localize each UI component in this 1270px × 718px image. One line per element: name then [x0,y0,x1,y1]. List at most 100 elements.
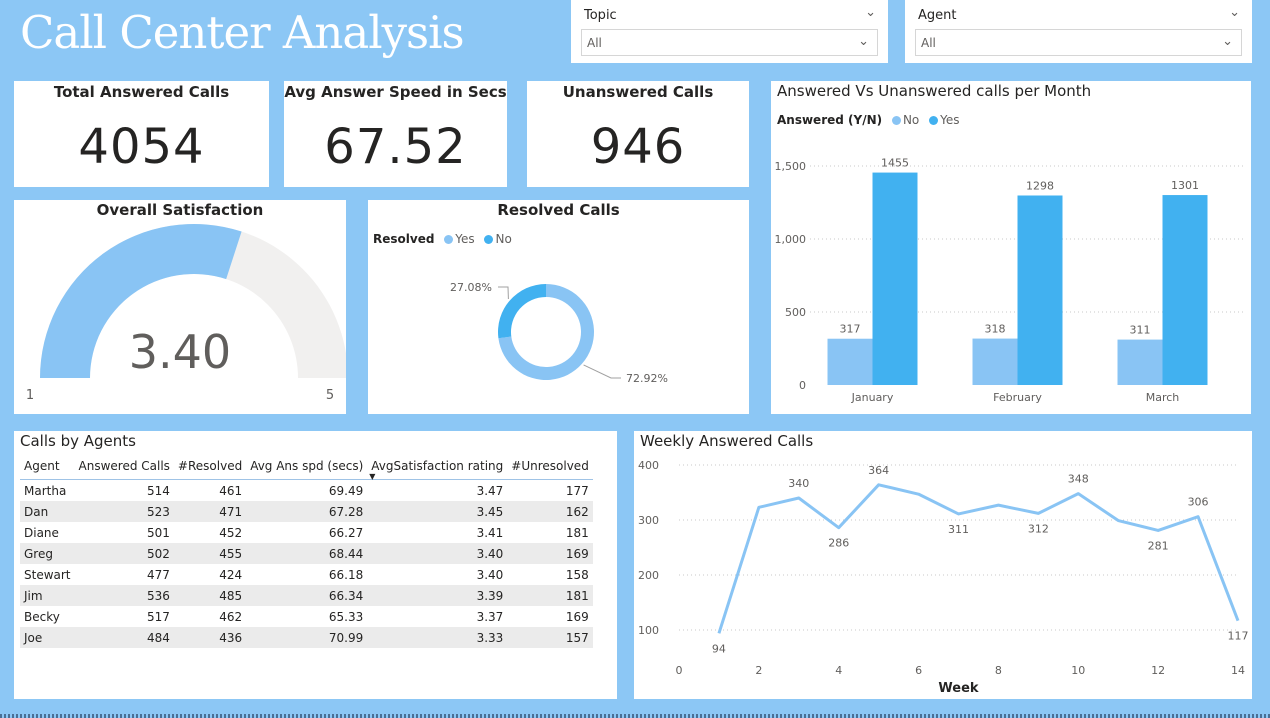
chevron-down-icon[interactable]: ⌄ [858,34,869,49]
donut-slice-no[interactable] [498,284,546,339]
resolved-calls-card: Resolved Calls Resolved Yes No 72.92% 27.… [368,200,749,414]
table-cell: 3.40 [476,567,504,582]
table-cell: 3.41 [476,525,504,540]
table-cell: 3.39 [367,585,508,606]
line-data-label: 311 [948,523,969,536]
bar-data-label: 318 [985,323,1006,336]
column-header-agent[interactable]: Agent [20,455,75,480]
table-cell: Joe [20,627,75,648]
x-tick-label: 10 [1071,664,1085,677]
table-cell: 69.49 [328,483,364,498]
table-cell: 455 [173,543,247,564]
table-row[interactable]: Martha 514 461 69.49 3.47 177 [20,480,593,502]
kpi-value: 946 [590,119,686,175]
table-cell: 502 [74,543,174,564]
topic-dropdown-value: All [587,36,602,50]
x-axis-label: Week [938,681,979,696]
column-header-unresolved[interactable]: #Unresolved [507,455,593,480]
x-tick-label: March [1146,391,1180,404]
table-cell: 169 [565,609,589,624]
table-row[interactable]: Diane 501 452 66.27 3.41 181 [20,522,593,543]
topic-dropdown[interactable]: All ⌄ [581,29,878,56]
x-tick-label: 14 [1231,664,1245,677]
bar-data-label: 1301 [1171,179,1199,192]
y-tick-label: 200 [638,569,659,582]
agents-table: Agent Answered Calls #Resolved Avg Ans s… [20,455,593,648]
kpi-total-answered: Total Answered Calls 4054 [14,81,269,187]
table-cell: 157 [507,627,593,648]
x-tick-label: 4 [835,664,842,677]
line-data-label: 348 [1068,473,1089,486]
table-cell: 177 [565,483,589,498]
table-cell: Martha [24,483,67,498]
y-tick-label: 1,000 [775,233,807,246]
sort-descending-icon[interactable]: ▼ [369,473,375,481]
table-cell: 181 [507,585,593,606]
table-cell: Greg [20,543,75,564]
table-row[interactable]: Greg 502 455 68.44 3.40 169 [20,543,593,564]
table-cell: 3.40 [367,543,508,564]
table-cell: 514 [147,483,170,498]
monthly-bar-card: Answered Vs Unanswered calls per Month A… [771,81,1251,414]
gauge-max-label: 5 [326,388,334,403]
bar-no-march[interactable] [1117,339,1163,385]
bar-yes-march[interactable] [1162,195,1208,385]
weekly-answered-line[interactable] [717,483,1240,634]
bar-no-february[interactable] [972,338,1018,385]
chevron-down-icon[interactable]: ⌄ [1222,34,1233,49]
x-tick-label: January [851,391,894,404]
table-cell: 162 [507,501,593,522]
table-cell: 158 [565,567,589,582]
bar-no-january[interactable] [827,338,873,385]
kpi-label: Avg Answer Speed in Secs [284,83,507,101]
agent-slicer-label: Agent [918,8,957,23]
satisfaction-gauge-card: Overall Satisfaction 1 5 3.40 [14,200,346,414]
table-cell: 66.18 [328,567,364,582]
table-cell: 471 [173,501,247,522]
table-cell: 452 [219,525,243,540]
table-row[interactable]: Joe 484 436 70.99 3.33 157 [20,627,593,648]
chevron-down-icon[interactable]: ⌄ [865,5,876,20]
bar-data-label: 311 [1130,324,1151,337]
agent-slicer[interactable]: Agent ⌄ All ⌄ [905,0,1252,63]
table-cell: 70.99 [246,627,368,648]
table-cell: 436 [173,627,247,648]
x-tick-label: 6 [915,664,922,677]
table-row[interactable]: Stewart 477 424 66.18 3.40 158 [20,564,593,585]
kpi-value: 4054 [78,119,205,175]
line-data-label: 286 [828,537,849,550]
donut-data-label: 72.92% [626,372,668,385]
table-row[interactable]: Becky 517 462 65.33 3.37 169 [20,606,593,627]
kpi-label: Unanswered Calls [562,83,714,101]
table-cell: 517 [147,609,170,624]
table-row[interactable]: Dan 523 471 67.28 3.45 162 [20,501,593,522]
y-tick-label: 500 [785,306,806,319]
table-cell: 66.34 [246,585,368,606]
table-cell: Becky [24,609,60,624]
table-cell: Dan [20,501,75,522]
kpi-unanswered: Unanswered Calls 946 [527,81,749,187]
table-row[interactable]: Jim 536 485 66.34 3.39 181 [20,585,593,606]
table-cell: 424 [219,567,243,582]
table-cell: 65.33 [328,609,364,624]
agent-dropdown-value: All [921,36,936,50]
bar-yes-february[interactable] [1017,195,1063,385]
topic-slicer[interactable]: Topic ⌄ All ⌄ [571,0,888,63]
table-cell: 477 [147,567,170,582]
column-header-answered[interactable]: Answered Calls [74,455,174,480]
table-cell: 461 [219,483,243,498]
column-header-satisfaction[interactable]: AvgSatisfaction rating ▼ [367,455,508,481]
column-header-avg-speed[interactable]: Avg Ans spd (secs) [246,455,368,480]
column-header-resolved[interactable]: #Resolved [173,455,247,480]
agent-dropdown[interactable]: All ⌄ [915,29,1242,56]
weekly-line-card: Weekly Answered Calls 100 200 300 400 0 2 4 6 8 1… [634,431,1252,699]
donut-leader-line [498,286,509,300]
x-tick-label: 12 [1151,664,1165,677]
table-cell: 523 [74,501,174,522]
x-tick-label: 2 [755,664,762,677]
chevron-down-icon[interactable]: ⌄ [1229,5,1240,20]
page-title: Call Center Analysis [20,6,465,59]
line-data-label: 306 [1188,496,1209,509]
bar-yes-january[interactable] [872,172,918,385]
table-cell: 501 [147,525,170,540]
